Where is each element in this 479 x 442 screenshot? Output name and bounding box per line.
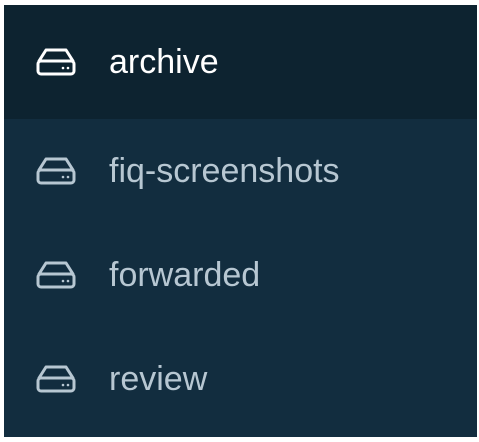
drive-item-label: review [109, 360, 208, 398]
drive-icon [35, 364, 77, 394]
drive-item-fiq-screenshots[interactable]: fiq-screenshots [4, 119, 477, 223]
drive-list: archive fiq-screenshots forwarded review [4, 5, 477, 437]
drive-item-label: fiq-screenshots [109, 152, 340, 190]
drive-item-forwarded[interactable]: forwarded [4, 223, 477, 327]
drive-icon [35, 47, 77, 77]
drive-icon [35, 156, 77, 186]
drive-item-archive[interactable]: archive [4, 5, 477, 119]
drive-icon [35, 260, 77, 290]
drive-item-label: forwarded [109, 256, 261, 294]
drive-item-label: archive [109, 43, 219, 81]
drive-item-review[interactable]: review [4, 327, 477, 431]
